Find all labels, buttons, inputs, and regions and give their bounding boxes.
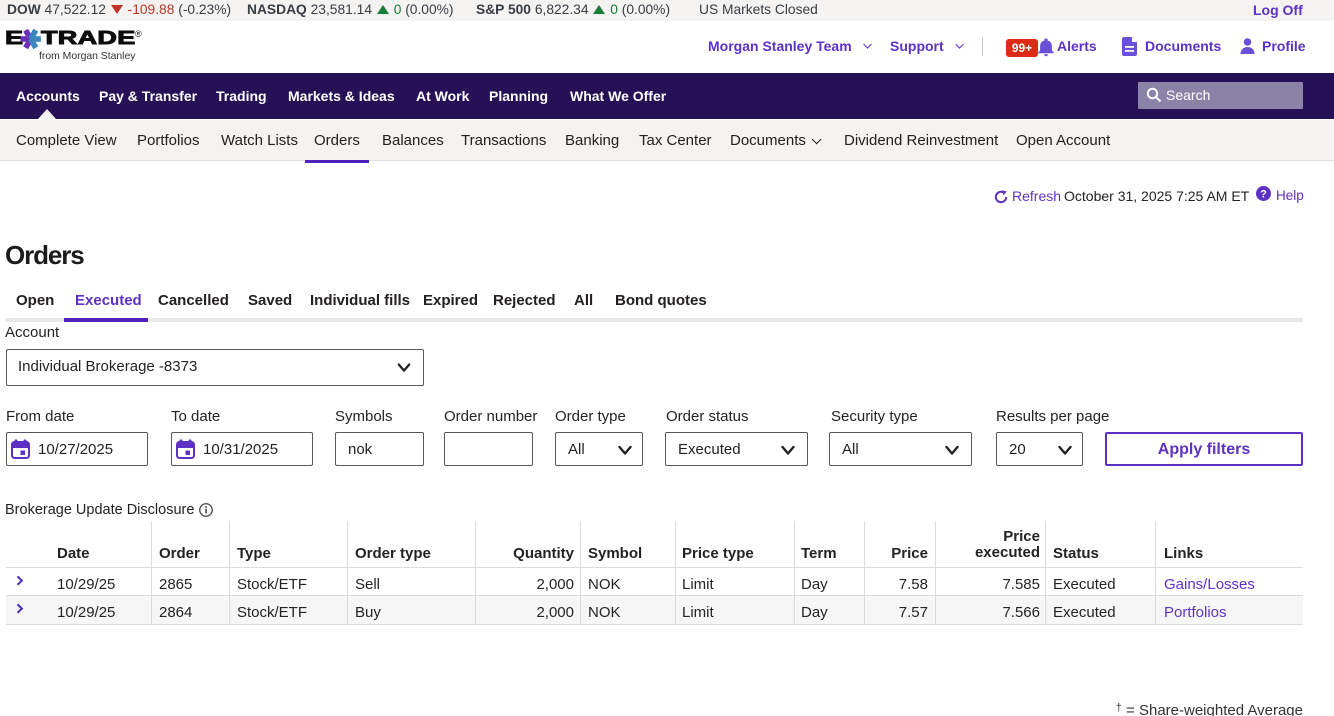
svg-text:?: ? [1260,188,1267,200]
